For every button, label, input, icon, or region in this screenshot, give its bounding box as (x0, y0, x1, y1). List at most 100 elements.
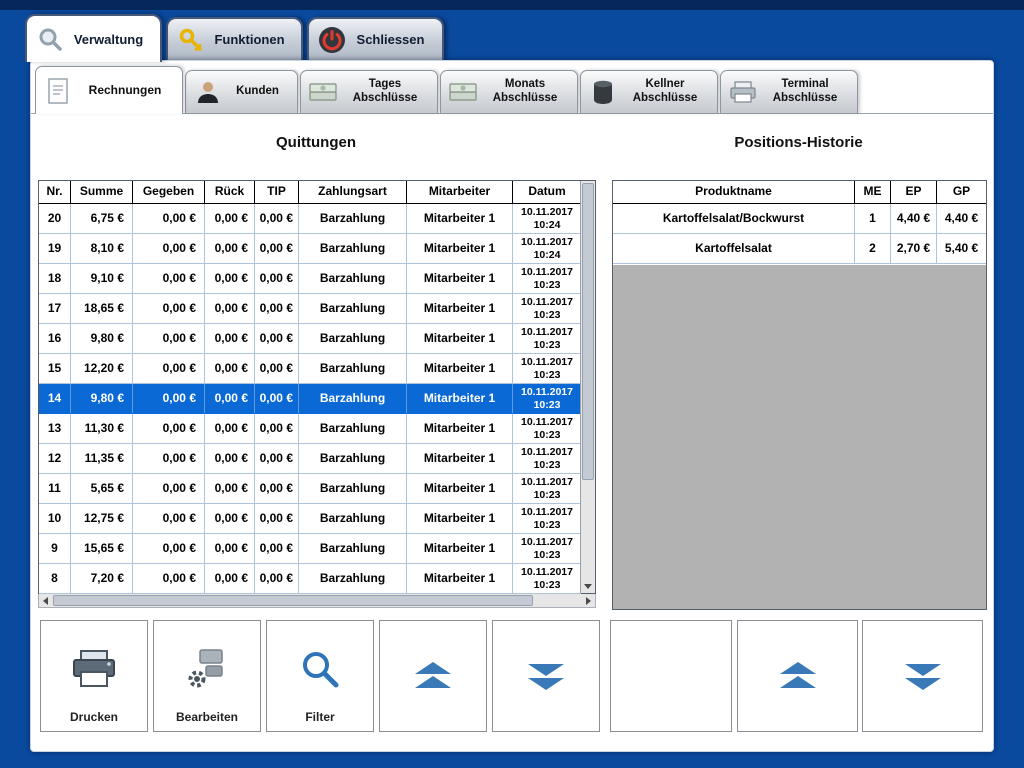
quittungen-scroll-up-button[interactable] (379, 620, 487, 732)
cell-tip: 0,00 € (255, 384, 299, 414)
cell-rueck: 0,00 € (205, 414, 255, 444)
cell-summe: 12,20 € (71, 354, 133, 384)
quittungen-row[interactable]: 1012,75 €0,00 €0,00 €0,00 €BarzahlungMit… (39, 504, 581, 534)
cell-mitarbeiter: Mitarbeiter 1 (407, 534, 513, 564)
column-header-nr[interactable]: Nr. (39, 181, 71, 203)
vertical-scrollbar-thumb[interactable] (582, 183, 594, 480)
cell-me: 1 (855, 204, 891, 234)
cell-nr: 15 (39, 354, 71, 384)
column-header-datum[interactable]: Datum (513, 181, 581, 203)
positions-body: Kartoffelsalat/Bockwurst14,40 €4,40 €Kar… (613, 204, 986, 264)
quittungen-row[interactable]: 1211,35 €0,00 €0,00 €0,00 €BarzahlungMit… (39, 444, 581, 474)
drucken-button[interactable]: Drucken (40, 620, 148, 732)
cell-tip: 0,00 € (255, 324, 299, 354)
tab-schliessen[interactable]: Schliessen (307, 17, 444, 60)
column-header-produktname[interactable]: Produktname (613, 181, 855, 203)
positions-historie-title: Positions-Historie (612, 134, 985, 154)
cell-gegeben: 0,00 € (133, 474, 205, 504)
quittungen-row[interactable]: 1512,20 €0,00 €0,00 €0,00 €BarzahlungMit… (39, 354, 581, 384)
tab-label: Rechnungen (74, 83, 176, 97)
tab-label: Funktionen (206, 32, 293, 47)
cell-mitarbeiter: Mitarbeiter 1 (407, 324, 513, 354)
column-header-ep[interactable]: EP (891, 181, 937, 203)
vertical-scrollbar[interactable] (580, 181, 595, 593)
quittungen-table: Nr. Summe Gegeben Rück TIP Zahlungsart M… (38, 180, 596, 594)
tab-funktionen[interactable]: Funktionen (166, 17, 303, 60)
printer-icon (71, 649, 117, 689)
tab-tages-abschluesse[interactable]: Tages Abschlüsse (300, 70, 438, 113)
quittungen-body: 206,75 €0,00 €0,00 €0,00 €BarzahlungMita… (39, 204, 581, 594)
cell-nr: 13 (39, 414, 71, 444)
horizontal-scrollbar[interactable] (38, 594, 596, 608)
cell-mitarbeiter: Mitarbeiter 1 (407, 204, 513, 234)
scroll-right-arrow-icon[interactable] (586, 597, 591, 605)
horizontal-scrollbar-thumb[interactable] (53, 595, 533, 606)
cell-gp: 5,40 € (937, 234, 986, 264)
power-icon (317, 25, 347, 55)
cell-summe: 12,75 € (71, 504, 133, 534)
quittungen-row[interactable]: 169,80 €0,00 €0,00 €0,00 €BarzahlungMita… (39, 324, 581, 354)
positions-scroll-up-button[interactable] (737, 620, 858, 732)
tab-rechnungen[interactable]: Rechnungen (35, 66, 183, 114)
filter-button[interactable]: Filter (266, 620, 374, 732)
cell-summe: 8,10 € (71, 234, 133, 264)
cell-summe: 5,65 € (71, 474, 133, 504)
positions-scroll-down-button[interactable] (862, 620, 983, 732)
cell-summe: 7,20 € (71, 564, 133, 594)
quittungen-row[interactable]: 115,65 €0,00 €0,00 €0,00 €BarzahlungMita… (39, 474, 581, 504)
cell-summe: 9,10 € (71, 264, 133, 294)
cell-summe: 11,30 € (71, 414, 133, 444)
column-header-zahlungsart[interactable]: Zahlungsart (299, 181, 407, 203)
blank-button[interactable] (610, 620, 732, 732)
tab-kunden[interactable]: Kunden (185, 70, 298, 113)
positions-header: Produktname ME EP GP (613, 181, 986, 204)
column-header-me[interactable]: ME (855, 181, 891, 203)
quittungen-row[interactable]: 149,80 €0,00 €0,00 €0,00 €BarzahlungMita… (39, 384, 581, 414)
cell-gegeben: 0,00 € (133, 204, 205, 234)
cell-nr: 9 (39, 534, 71, 564)
quittungen-row[interactable]: 189,10 €0,00 €0,00 €0,00 €BarzahlungMita… (39, 264, 581, 294)
bearbeiten-button[interactable]: Bearbeiten (153, 620, 261, 732)
column-header-gegeben[interactable]: Gegeben (133, 181, 205, 203)
column-header-tip[interactable]: TIP (255, 181, 299, 203)
cell-datum: 10.11.201710:23 (513, 324, 581, 354)
cell-gegeben: 0,00 € (133, 324, 205, 354)
cell-rueck: 0,00 € (205, 384, 255, 414)
scroll-down-arrow-icon[interactable] (584, 584, 592, 589)
quittungen-row[interactable]: 1311,30 €0,00 €0,00 €0,00 €BarzahlungMit… (39, 414, 581, 444)
cash-icon (307, 77, 339, 107)
tab-verwaltung[interactable]: Verwaltung (25, 14, 162, 62)
column-header-gp[interactable]: GP (937, 181, 986, 203)
cell-tip: 0,00 € (255, 564, 299, 594)
cell-rueck: 0,00 € (205, 324, 255, 354)
quittungen-scroll-down-button[interactable] (492, 620, 600, 732)
chevron-down-icon (901, 662, 945, 690)
quittungen-row[interactable]: 1718,65 €0,00 €0,00 €0,00 €BarzahlungMit… (39, 294, 581, 324)
cell-gegeben: 0,00 € (133, 354, 205, 384)
cell-rueck: 0,00 € (205, 264, 255, 294)
cell-rueck: 0,00 € (205, 234, 255, 264)
cell-mitarbeiter: Mitarbeiter 1 (407, 384, 513, 414)
column-header-summe[interactable]: Summe (71, 181, 133, 203)
positions-row[interactable]: Kartoffelsalat22,70 €5,40 € (613, 234, 986, 264)
tab-terminal-abschluesse[interactable]: Terminal Abschlüsse (720, 70, 858, 113)
cell-rueck: 0,00 € (205, 444, 255, 474)
tab-kellner-abschluesse[interactable]: Kellner Abschlüsse (580, 70, 718, 113)
quittungen-row[interactable]: 87,20 €0,00 €0,00 €0,00 €BarzahlungMitar… (39, 564, 581, 594)
positions-row[interactable]: Kartoffelsalat/Bockwurst14,40 €4,40 € (613, 204, 986, 234)
cell-datum: 10.11.201710:23 (513, 564, 581, 594)
printer-icon (727, 77, 759, 107)
cell-tip: 0,00 € (255, 534, 299, 564)
quittungen-row[interactable]: 206,75 €0,00 €0,00 €0,00 €BarzahlungMita… (39, 204, 581, 234)
column-header-rueck[interactable]: Rück (205, 181, 255, 203)
quittungen-row[interactable]: 198,10 €0,00 €0,00 €0,00 €BarzahlungMita… (39, 234, 581, 264)
cell-datum: 10.11.201710:23 (513, 294, 581, 324)
quittungen-row[interactable]: 915,65 €0,00 €0,00 €0,00 €BarzahlungMita… (39, 534, 581, 564)
column-header-mitarbeiter[interactable]: Mitarbeiter (407, 181, 513, 203)
tab-monats-abschluesse[interactable]: Monats Abschlüsse (440, 70, 578, 113)
scroll-left-arrow-icon[interactable] (43, 597, 48, 605)
chevron-down-icon (524, 662, 568, 690)
cell-mitarbeiter: Mitarbeiter 1 (407, 294, 513, 324)
bearbeiten-label: Bearbeiten (154, 710, 260, 724)
cell-mitarbeiter: Mitarbeiter 1 (407, 504, 513, 534)
